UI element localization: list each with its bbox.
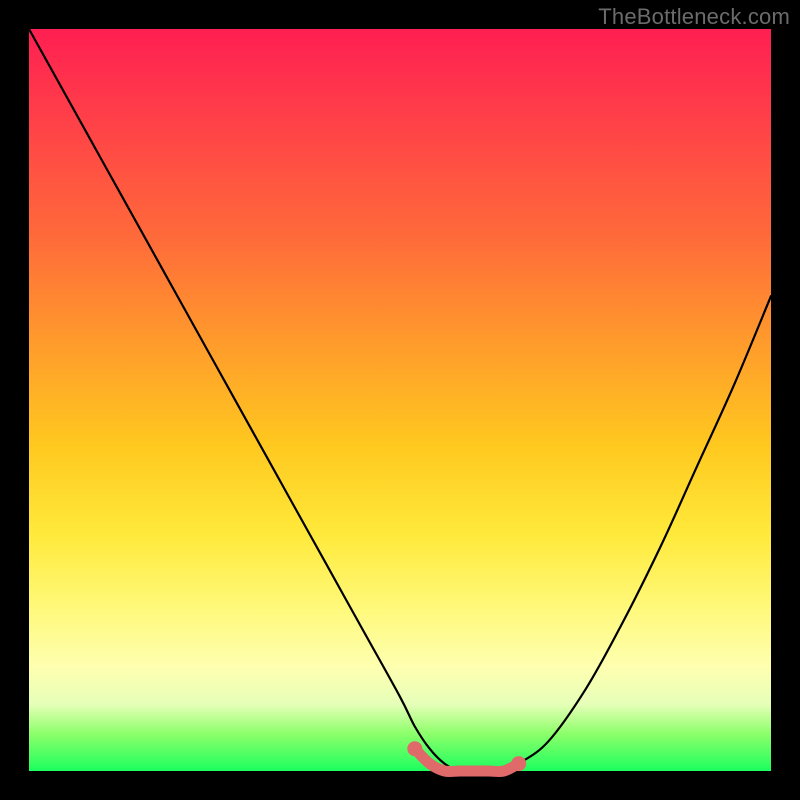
chart-svg	[29, 29, 771, 771]
flat-zone-endpoint	[511, 756, 526, 771]
flat-zone-endpoint	[407, 741, 422, 756]
watermark-text: TheBottleneck.com	[598, 4, 790, 30]
flat-zone-marker	[415, 749, 519, 772]
bottleneck-curve	[29, 29, 771, 772]
chart-frame: TheBottleneck.com	[0, 0, 800, 800]
plot-area	[29, 29, 771, 771]
